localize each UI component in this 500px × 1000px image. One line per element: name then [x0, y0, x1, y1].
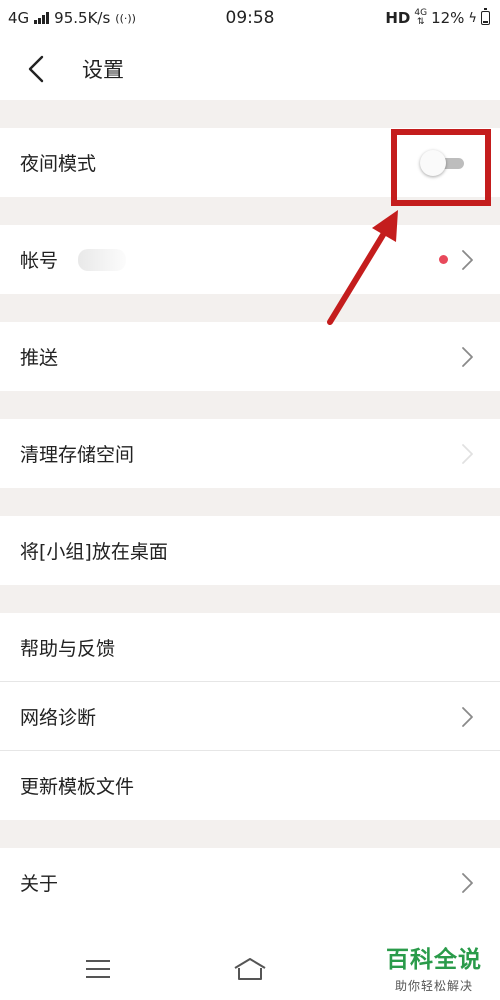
help-feedback-label: 帮助与反馈 — [20, 638, 116, 660]
battery-icon — [481, 8, 490, 25]
row-help-feedback[interactable]: 帮助与反馈 — [0, 613, 500, 682]
network-small: 4G ⇅ — [414, 9, 427, 27]
page-title: 设置 — [82, 58, 124, 82]
section-gap — [0, 197, 500, 225]
row-clear-storage[interactable]: 清理存储空间 — [0, 419, 500, 488]
back-arrow-icon — [28, 55, 44, 83]
chevron-right-icon — [462, 347, 473, 367]
update-template-label: 更新模板文件 — [20, 776, 135, 798]
night-mode-toggle[interactable] — [420, 150, 466, 176]
menu-icon[interactable] — [86, 960, 110, 980]
chevron-right-icon — [462, 707, 473, 727]
section-gap — [0, 585, 500, 613]
chevron-right-icon — [462, 873, 473, 893]
settings-list: 夜间模式 帐号 推送 清理存储空间 将[小组]放在桌面 帮助与反馈 网络诊断 更… — [0, 100, 500, 917]
row-about[interactable]: 关于 — [0, 848, 500, 917]
row-network-diagnosis[interactable]: 网络诊断 — [0, 682, 500, 751]
row-add-group-desktop[interactable]: 将[小组]放在桌面 — [0, 516, 500, 585]
watermark-sub-text: 助你轻松解决 — [394, 979, 473, 993]
settings-screen: 4G 95.5K/s ((·)) 09:58 HD 4G ⇅ 12% ϟ 设置 — [0, 0, 500, 1000]
back-button[interactable] — [24, 54, 50, 84]
section-gap — [0, 100, 500, 128]
section-gap — [0, 391, 500, 419]
account-label: 帐号 — [20, 250, 59, 272]
clear-storage-label: 清理存储空间 — [20, 444, 135, 466]
hd-badge: HD — [385, 9, 411, 27]
section-gap — [0, 820, 500, 848]
add-group-desktop-label: 将[小组]放在桌面 — [20, 541, 168, 563]
row-push[interactable]: 推送 — [0, 322, 500, 391]
network-diagnosis-label: 网络诊断 — [20, 707, 97, 729]
night-mode-label: 夜间模式 — [20, 153, 97, 175]
home-icon[interactable] — [232, 956, 268, 982]
data-arrows-icon: ⇅ — [416, 17, 425, 27]
redacted-account-name — [78, 249, 126, 271]
section-gap — [0, 294, 500, 322]
row-account[interactable]: 帐号 — [0, 225, 500, 294]
title-bar: 设置 — [0, 36, 500, 100]
status-right: HD 4G ⇅ 12% ϟ — [385, 8, 490, 27]
section-gap — [0, 488, 500, 516]
watermark-main-text: 百科全说 — [386, 947, 482, 973]
push-label: 推送 — [20, 347, 59, 369]
toggle-knob — [420, 150, 446, 176]
chevron-right-icon — [462, 444, 473, 464]
about-label: 关于 — [20, 873, 59, 895]
battery-percent: 12% — [431, 9, 465, 27]
charging-icon: ϟ — [468, 10, 477, 26]
chevron-right-icon — [462, 250, 473, 270]
row-night-mode[interactable]: 夜间模式 — [0, 128, 500, 197]
watermark-logo: 百科全说 助你轻松解决 — [374, 940, 494, 994]
status-bar: 4G 95.5K/s ((·)) 09:58 HD 4G ⇅ 12% ϟ — [0, 0, 500, 36]
notification-dot — [439, 255, 448, 264]
row-update-template[interactable]: 更新模板文件 — [0, 751, 500, 820]
